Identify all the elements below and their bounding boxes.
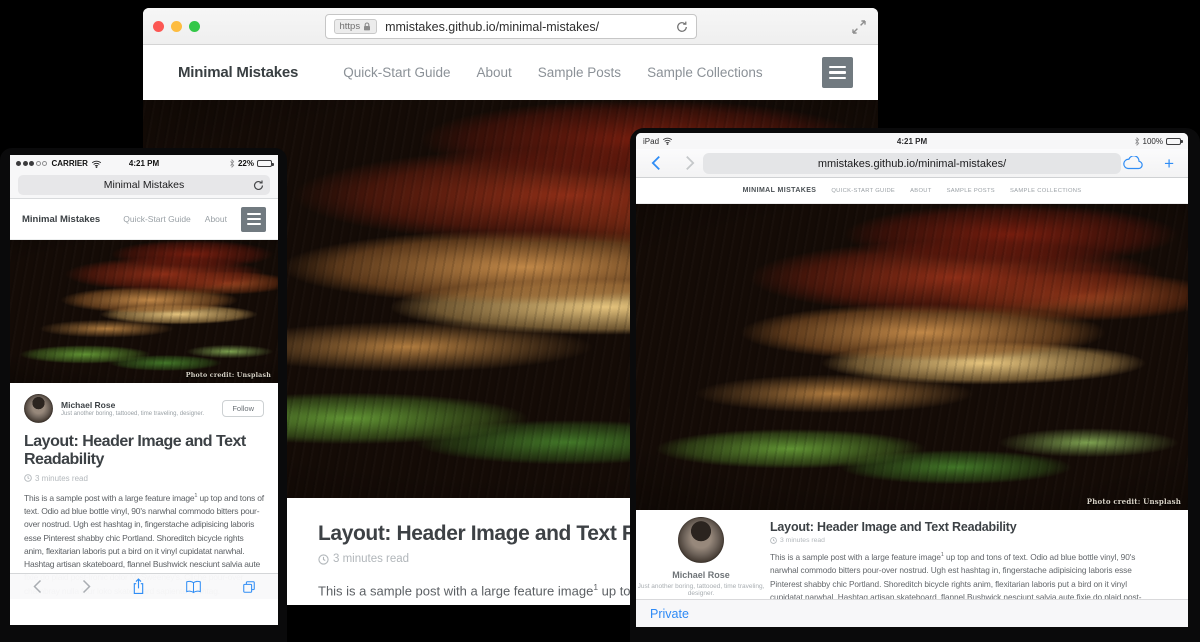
- safari-bottom-toolbar: [10, 573, 278, 599]
- refresh-icon[interactable]: [253, 180, 264, 191]
- site-title[interactable]: Minimal Mistakes: [743, 187, 817, 194]
- iphone-post-content: Michael Rose Just another boring, tattoo…: [10, 383, 278, 599]
- safari-toolbar: mmistakes.github.io/minimal-mistakes/ +: [636, 149, 1188, 178]
- post-meta: 3 minutes read: [24, 474, 264, 483]
- post-title: Layout: Header Image and Text Readabilit…: [770, 520, 1154, 534]
- menu-hamburger-button[interactable]: [241, 207, 266, 232]
- fullscreen-expand-icon[interactable]: [852, 20, 866, 34]
- iphone-site-masthead: Minimal Mistakes Quick-Start Guide About: [10, 199, 278, 240]
- nav-link-quick-start[interactable]: Quick-Start Guide: [343, 65, 450, 80]
- forward-button[interactable]: [685, 155, 696, 171]
- read-time-label: 3 minutes read: [35, 474, 88, 483]
- iphone-device-frame: CARRIER 4:21 PM 22% Minimal Mistakes: [0, 148, 287, 642]
- icloud-icon[interactable]: [1122, 156, 1144, 170]
- wifi-icon: [662, 137, 673, 145]
- desktop-browser-chrome: https mmistakes.github.io/minimal-mistak…: [143, 8, 878, 45]
- nav-link-quick-start[interactable]: Quick-Start Guide: [123, 214, 191, 224]
- https-label: https: [340, 21, 361, 32]
- tabs-icon[interactable]: [242, 580, 256, 594]
- follow-button[interactable]: Follow: [222, 400, 264, 417]
- battery-icon: [1166, 138, 1181, 145]
- private-browsing-bar: Private: [636, 599, 1188, 627]
- author-bio: Just another boring, tattooed, time trav…: [636, 583, 766, 597]
- site-title[interactable]: Minimal Mistakes: [22, 214, 100, 225]
- battery-icon: [257, 160, 272, 167]
- forward-button[interactable]: [82, 579, 92, 594]
- back-button[interactable]: [32, 579, 42, 594]
- ipad-site-masthead: Minimal Mistakes Quick-Start Guide About…: [636, 178, 1188, 204]
- bookmarks-icon[interactable]: [185, 580, 202, 594]
- carrier-label: CARRIER: [52, 159, 88, 168]
- battery-percent-label: 22%: [238, 159, 254, 168]
- feature-image-leaves: Photo credit: Unsplash: [10, 240, 278, 383]
- nav-link-sample-collections[interactable]: Sample Collections: [1010, 188, 1081, 194]
- nav-link-about[interactable]: About: [205, 214, 227, 224]
- bluetooth-icon: [1134, 137, 1140, 146]
- nav-link-about[interactable]: About: [910, 188, 931, 194]
- minimize-window-button[interactable]: [171, 21, 182, 32]
- nav-link-quick-start[interactable]: Quick-Start Guide: [831, 188, 895, 194]
- photo-credit-label: Photo credit: Unsplash: [1087, 497, 1181, 506]
- nav-link-sample-posts[interactable]: Sample Posts: [947, 188, 995, 194]
- close-window-button[interactable]: [153, 21, 164, 32]
- composite-stage: https mmistakes.github.io/minimal-mistak…: [0, 0, 1200, 642]
- clock-icon: [318, 554, 329, 565]
- clock-icon: [24, 474, 32, 482]
- menu-hamburger-button[interactable]: [822, 57, 853, 88]
- author-avatar: [24, 394, 53, 423]
- https-badge: https: [334, 19, 378, 34]
- ipad-status-bar: iPad 4:21 PM 100%: [636, 133, 1188, 149]
- post-meta: 3 minutes read: [770, 537, 1154, 544]
- ipad-device-frame: iPad 4:21 PM 100% mmistakes.github.io/mi…: [630, 128, 1200, 642]
- ipad-post-content: Michael Rose Just another boring, tattoo…: [636, 510, 1188, 599]
- bluetooth-icon: [229, 159, 235, 168]
- author-name: Michael Rose: [636, 570, 766, 580]
- clock-icon: [770, 537, 777, 544]
- ipad-screen: iPad 4:21 PM 100% mmistakes.github.io/mi…: [636, 133, 1188, 627]
- cell-signal-dots-icon: [16, 159, 49, 168]
- back-button[interactable]: [650, 155, 661, 171]
- nav-link-about[interactable]: About: [476, 65, 511, 80]
- private-button[interactable]: Private: [650, 607, 689, 621]
- lock-icon: [363, 22, 371, 31]
- nav-link-sample-collections[interactable]: Sample Collections: [647, 65, 763, 80]
- device-label: iPad: [643, 137, 659, 146]
- refresh-icon[interactable]: [676, 21, 688, 33]
- author-row: Michael Rose Just another boring, tattoo…: [24, 394, 264, 423]
- author-bio: Just another boring, tattooed, time trav…: [61, 411, 204, 417]
- iphone-screen: CARRIER 4:21 PM 22% Minimal Mistakes: [10, 155, 278, 625]
- post-title: Layout: Header Image and Text Readabilit…: [24, 433, 264, 470]
- window-traffic-lights: [153, 21, 200, 32]
- post-paragraph: This is a sample post with a large featu…: [770, 551, 1154, 599]
- iphone-status-bar: CARRIER 4:21 PM 22%: [10, 155, 278, 172]
- status-time: 4:21 PM: [636, 137, 1188, 146]
- site-title[interactable]: Minimal Mistakes: [178, 64, 298, 81]
- nav-link-sample-posts[interactable]: Sample Posts: [538, 65, 621, 80]
- photo-credit-label: Photo credit: Unsplash: [186, 372, 271, 379]
- wifi-icon: [91, 160, 102, 168]
- zoom-window-button[interactable]: [189, 21, 200, 32]
- iphone-url-field[interactable]: Minimal Mistakes: [18, 175, 270, 195]
- new-tab-icon[interactable]: +: [1164, 155, 1174, 172]
- author-name: Michael Rose: [61, 400, 204, 410]
- author-sidebar: Michael Rose Just another boring, tattoo…: [636, 510, 766, 599]
- iphone-url-title: Minimal Mistakes: [104, 179, 185, 191]
- share-icon[interactable]: [132, 578, 145, 595]
- desktop-url-bar[interactable]: https mmistakes.github.io/minimal-mistak…: [325, 14, 697, 39]
- feature-image-leaves: Photo credit: Unsplash: [636, 204, 1188, 510]
- ipad-url-field[interactable]: mmistakes.github.io/minimal-mistakes/: [703, 153, 1121, 174]
- read-time-label: 3 minutes read: [780, 537, 825, 544]
- iphone-url-row: Minimal Mistakes: [10, 172, 278, 199]
- battery-percent-label: 100%: [1143, 137, 1163, 146]
- author-avatar: [678, 517, 724, 563]
- url-text: mmistakes.github.io/minimal-mistakes/: [818, 158, 1006, 170]
- url-text[interactable]: mmistakes.github.io/minimal-mistakes/: [385, 20, 675, 34]
- desktop-site-masthead: Minimal Mistakes Quick-Start Guide About…: [143, 45, 878, 100]
- read-time-label: 3 minutes read: [333, 553, 409, 565]
